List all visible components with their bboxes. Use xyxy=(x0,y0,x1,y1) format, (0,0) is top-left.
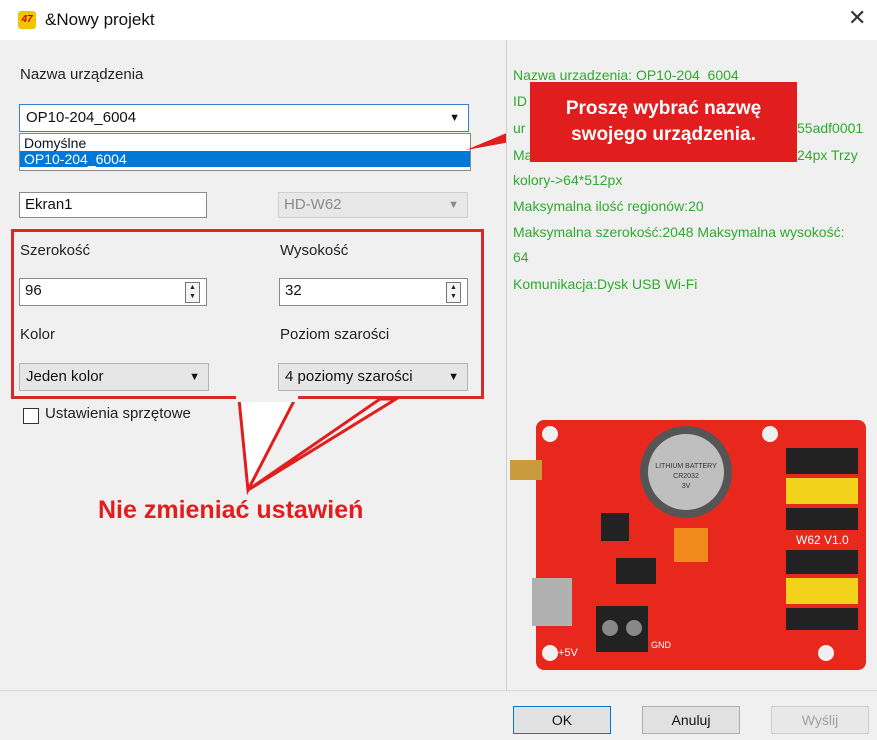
pin-header-icon xyxy=(786,448,858,474)
info-line3-suffix: 55adf0001 xyxy=(797,120,864,136)
top-callout: Proszę wybrać nazwę swojego urządzenia. xyxy=(530,82,797,162)
chip-icon xyxy=(601,513,629,541)
pin-header-icon xyxy=(786,550,858,574)
pin-header-icon xyxy=(786,608,858,630)
chip-icon xyxy=(616,558,656,584)
ok-button[interactable]: OK xyxy=(513,706,611,734)
screw-icon xyxy=(626,620,642,636)
mount-hole-icon xyxy=(762,426,778,442)
top-callout-text: Proszę wybrać nazwę swojego urządzenia. xyxy=(565,98,762,145)
bottom-callout-text: Nie zmieniać ustawień xyxy=(98,496,364,524)
info-max-size: Maksymalna szerokość:2048 Maksymalna wys… xyxy=(513,224,845,240)
info-id: ID xyxy=(513,93,527,109)
cancel-button[interactable]: Anuluj xyxy=(642,706,740,734)
button-bar xyxy=(0,690,877,740)
mount-hole-icon xyxy=(542,426,558,442)
info-colors: kolory->64*512px xyxy=(513,172,623,188)
pin-header-icon xyxy=(786,478,858,504)
info-max-height: 64 xyxy=(513,249,529,265)
screw-icon xyxy=(602,620,618,636)
antenna-connector-icon xyxy=(510,460,542,480)
battery-label-2: CR2032 xyxy=(673,473,699,480)
coin-battery-icon xyxy=(648,434,724,510)
pin-header-icon xyxy=(786,578,858,604)
info-communication: Komunikacja:Dysk USB Wi-Fi xyxy=(513,276,698,292)
info-line3-prefix: ur xyxy=(513,120,526,136)
send-button: Wyślij xyxy=(771,706,869,734)
info-max-regions: Maksymalna ilość regionów:20 xyxy=(513,198,704,214)
info-line4-suffix: 24px Trzy xyxy=(797,147,858,163)
gnd-label: GND xyxy=(651,640,672,650)
controller-board-image: LITHIUM BATTERY CR2032 3V +5V GND W62 V1… xyxy=(510,420,866,670)
usb-port-icon xyxy=(532,578,572,626)
battery-label-1: LITHIUM BATTERY xyxy=(655,463,717,470)
pointer-mask xyxy=(236,394,298,402)
pin-header-icon xyxy=(786,508,858,530)
mount-hole-icon xyxy=(542,645,558,661)
mount-hole-icon xyxy=(818,645,834,661)
board-model-label: W62 V1.0 xyxy=(796,533,849,547)
power-label: +5V xyxy=(558,647,579,659)
battery-label-3: 3V xyxy=(682,483,691,490)
logo-chip-icon xyxy=(674,528,708,562)
